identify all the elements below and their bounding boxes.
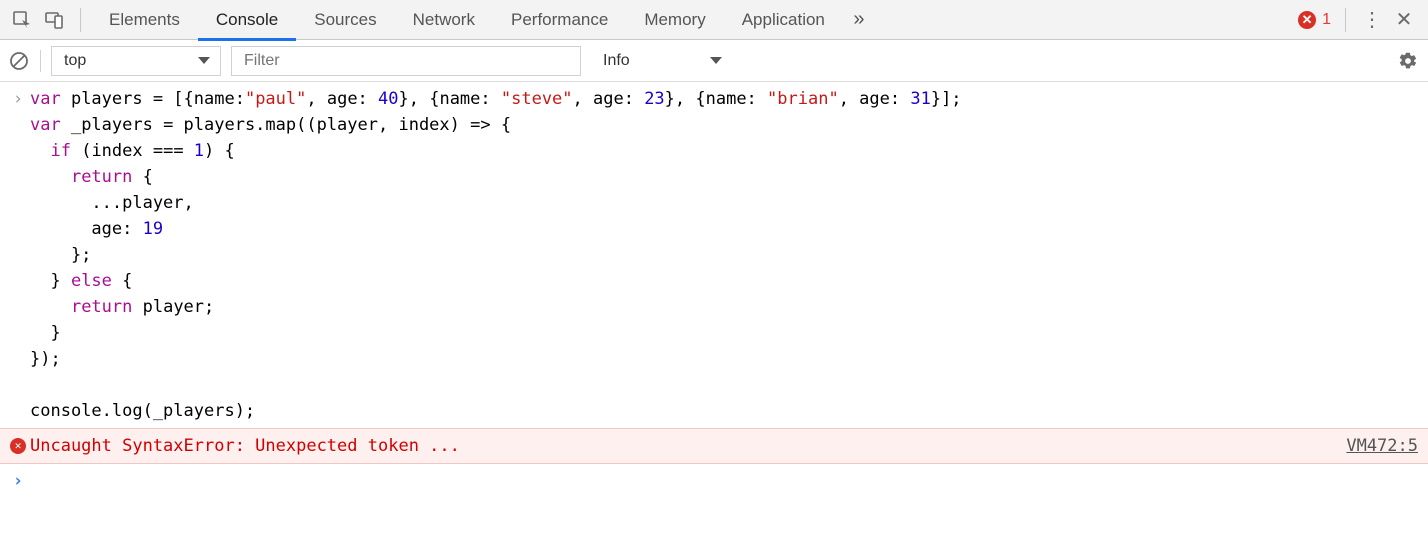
context-selector[interactable]: top bbox=[51, 46, 221, 76]
tab-elements[interactable]: Elements bbox=[91, 0, 198, 40]
context-label: top bbox=[64, 52, 86, 70]
console-code-block[interactable]: var players = [{name:"paul", age: 40}, {… bbox=[30, 86, 1418, 424]
tab-performance[interactable]: Performance bbox=[493, 0, 626, 40]
kebab-menu-icon[interactable]: ⋮ bbox=[1356, 4, 1388, 36]
separator bbox=[1345, 8, 1346, 32]
filter-input[interactable] bbox=[242, 47, 570, 75]
console-settings-icon[interactable] bbox=[1396, 49, 1420, 73]
error-message: Uncaught SyntaxError: Unexpected token .… bbox=[30, 433, 1346, 459]
error-x-icon: ✕ bbox=[10, 438, 26, 454]
input-chevron-icon: › bbox=[6, 86, 30, 424]
prompt-chevron-icon: › bbox=[6, 468, 30, 494]
console-toolbar: top Info bbox=[0, 40, 1428, 82]
toggle-device-icon[interactable] bbox=[38, 4, 70, 36]
chevron-down-icon bbox=[710, 57, 722, 64]
error-count-text: 1 bbox=[1322, 11, 1331, 29]
log-level-label: Info bbox=[603, 52, 630, 70]
error-count-badge[interactable]: ✕ 1 bbox=[1298, 11, 1331, 29]
error-dot-icon: ✕ bbox=[1298, 11, 1316, 29]
chevron-down-icon bbox=[198, 57, 210, 64]
console-prompt[interactable]: › bbox=[0, 464, 1428, 498]
devtools-tabbar: Elements Console Sources Network Perform… bbox=[0, 0, 1428, 40]
console-output: › var players = [{name:"paul", age: 40},… bbox=[0, 82, 1428, 498]
tab-console[interactable]: Console bbox=[198, 0, 296, 40]
more-tabs-icon[interactable]: » bbox=[843, 4, 875, 36]
tab-network[interactable]: Network bbox=[395, 0, 493, 40]
tab-application[interactable]: Application bbox=[724, 0, 843, 40]
console-input-entry: › var players = [{name:"paul", age: 40},… bbox=[0, 82, 1428, 428]
separator bbox=[80, 8, 81, 32]
clear-console-icon[interactable] bbox=[8, 50, 30, 72]
tab-memory[interactable]: Memory bbox=[626, 0, 723, 40]
console-error-entry: ✕ Uncaught SyntaxError: Unexpected token… bbox=[0, 428, 1428, 464]
inspect-element-icon[interactable] bbox=[6, 4, 38, 36]
log-level-selector[interactable]: Info bbox=[591, 52, 722, 70]
filter-input-wrapper bbox=[231, 46, 581, 76]
separator bbox=[40, 50, 41, 72]
close-icon[interactable]: ✕ bbox=[1388, 4, 1420, 36]
error-source-link[interactable]: VM472:5 bbox=[1346, 433, 1418, 459]
tab-sources[interactable]: Sources bbox=[296, 0, 394, 40]
